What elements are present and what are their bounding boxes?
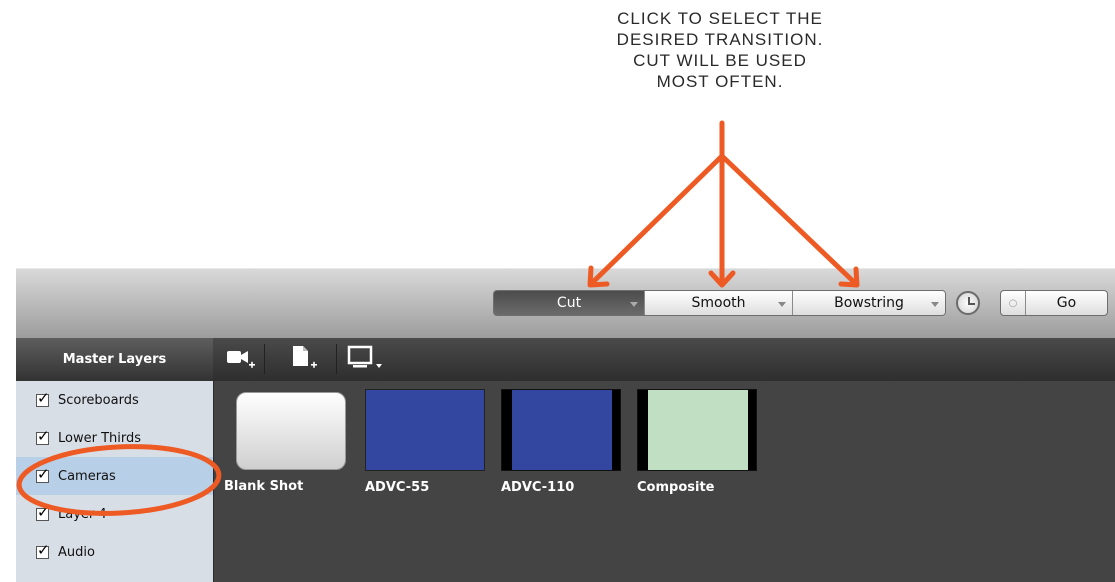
shots-grid: Blank Shot ADVC-55 ADVC-110 Composite [213,381,1115,582]
arrow-to-bowstring [719,153,858,286]
app-window: Cut Smooth Bowstring ○ Go Master Layers … [16,268,1115,582]
clock-icon[interactable] [956,291,980,315]
transition-bowstring-button[interactable]: Bowstring [793,291,945,315]
shot-blank[interactable]: Blank Shot [224,389,346,494]
layer-checkbox[interactable] [36,389,50,407]
annotation-line: DESIRED TRANSITION. [616,30,824,49]
shot-advc-110[interactable]: ADVC-110 [501,389,621,495]
go-label: Go [1056,295,1077,311]
shot-thumbnail[interactable] [236,392,346,470]
shot-label: Blank Shot [224,479,304,494]
content-toolbar [213,338,1115,381]
layer-checkbox[interactable] [36,427,50,445]
shot-thumbnail[interactable] [501,389,621,471]
layer-checkbox[interactable] [36,503,50,521]
shot-label: ADVC-110 [501,480,575,495]
annotation-line: CUT WILL BE USED [633,51,807,70]
arrow-to-cut [589,153,725,286]
circle-icon: ○ [1001,291,1026,315]
sidebar-title: Master Layers [16,338,213,381]
shot-advc-55[interactable]: ADVC-55 [365,389,485,495]
transition-cut-button[interactable]: Cut [494,291,645,315]
chevron-down-icon [931,302,939,307]
shot-composite[interactable]: Composite [637,389,757,495]
layer-checkbox[interactable] [36,541,50,559]
annotation-line: CLICK TO SELECT THE [617,9,823,28]
layer-item-scoreboards[interactable]: Scoreboards [16,381,213,419]
layer-label: Audio [58,544,95,560]
layer-item-layer-4[interactable]: Layer 4 [16,495,213,533]
go-button[interactable]: ○ Go [1000,290,1108,316]
transition-selector: Cut Smooth Bowstring [493,290,946,316]
transition-smooth-button[interactable]: Smooth [645,291,793,315]
annotation-line: MOST OFTEN. [656,72,784,91]
add-camera-icon[interactable] [221,344,265,374]
master-layers-sidebar: Master Layers Scoreboards Lower Thirds C… [16,338,213,582]
layer-item-lower-thirds[interactable]: Lower Thirds [16,419,213,457]
toolbar: Cut Smooth Bowstring ○ Go [16,268,1115,339]
layer-item-audio[interactable]: Audio [16,533,213,571]
shot-label: ADVC-55 [365,480,430,495]
layer-label: Layer 4 [58,506,107,522]
shot-thumbnail[interactable] [637,389,757,471]
display-menu-icon[interactable] [341,344,399,374]
chevron-down-icon [778,302,786,307]
layer-label: Lower Thirds [58,430,142,446]
add-document-icon[interactable] [283,344,337,374]
layer-label: Cameras [58,468,116,484]
chevron-down-icon [630,302,638,307]
transition-cut-label: Cut [556,295,582,311]
layer-item-cameras[interactable]: Cameras [16,457,213,495]
annotation-text: CLICK TO SELECT THE DESIRED TRANSITION. … [560,8,880,92]
transition-smooth-label: Smooth [691,295,746,311]
shot-label: Composite [637,480,715,495]
shot-thumbnail[interactable] [365,389,485,471]
transition-bowstring-label: Bowstring [834,295,904,311]
layer-label: Scoreboards [58,392,139,408]
layer-checkbox[interactable] [36,465,50,483]
